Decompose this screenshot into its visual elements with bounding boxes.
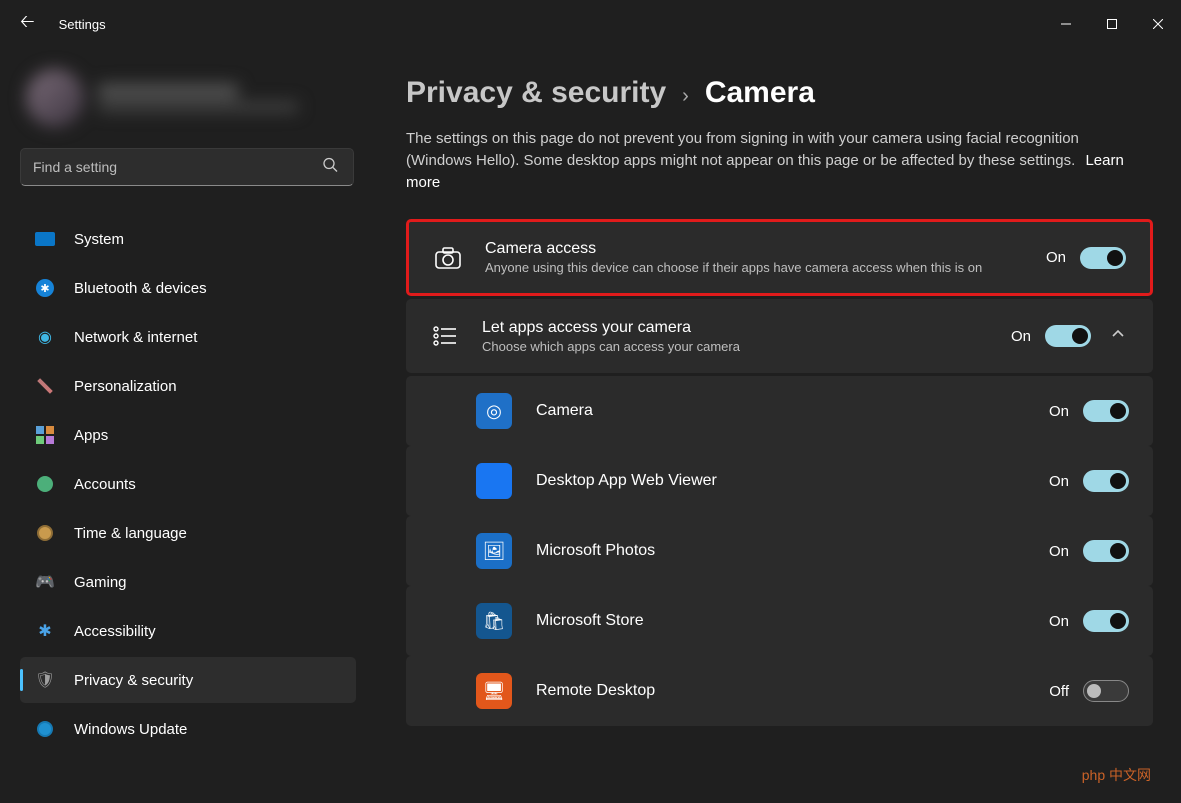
sidebar-item-label: Personalization [74, 378, 177, 395]
page-description: The settings on this page do not prevent… [406, 128, 1146, 193]
app-icon: 🖼 [476, 533, 512, 569]
wifi-icon: ◉ [34, 326, 56, 348]
toggle-state-label: On [1049, 543, 1069, 560]
toggle-state-label: On [1011, 328, 1031, 345]
sidebar-item-windows-update[interactable]: Windows Update [20, 706, 356, 752]
setting-let-apps[interactable]: Let apps access your camera Choose which… [406, 299, 1153, 373]
app-row: ◎ Camera On [406, 376, 1153, 446]
toggle-state-label: On [1049, 403, 1069, 420]
clock-icon [34, 522, 56, 544]
sidebar-item-personalization[interactable]: Personalization [20, 363, 356, 409]
app-toggle[interactable] [1083, 680, 1129, 702]
sidebar-item-label: Privacy & security [74, 672, 193, 689]
gamepad-icon: 🎮 [34, 571, 56, 593]
minimize-button[interactable] [1043, 0, 1089, 48]
camera-access-toggle[interactable] [1080, 247, 1126, 269]
profile-email [98, 102, 298, 112]
sidebar-item-apps[interactable]: Apps [20, 412, 356, 458]
app-row: 🛍 Microsoft Store On [406, 586, 1153, 656]
user-icon [34, 473, 56, 495]
sidebar-item-label: System [74, 231, 124, 248]
monitor-icon [34, 228, 56, 250]
shield-icon: 🛡 [34, 669, 56, 691]
sidebar-item-label: Time & language [74, 525, 187, 542]
chevron-up-icon[interactable] [1111, 327, 1129, 346]
sidebar-item-network-internet[interactable]: ◉ Network & internet [20, 314, 356, 360]
app-icon [476, 463, 512, 499]
app-row: 🖥 Remote Desktop Off [406, 656, 1153, 726]
app-toggle[interactable] [1083, 470, 1129, 492]
camera-icon [433, 247, 463, 269]
sidebar-item-label: Accessibility [74, 623, 156, 640]
app-toggle[interactable] [1083, 400, 1129, 422]
update-icon [34, 718, 56, 740]
list-icon [430, 326, 460, 346]
sidebar-item-label: Gaming [74, 574, 127, 591]
setting-subtitle: Choose which apps can access your camera [482, 339, 989, 354]
back-button[interactable]: 🡠 [20, 9, 35, 39]
apps-grid-icon [34, 424, 56, 446]
toggle-state-label: On [1046, 249, 1066, 266]
search-icon [322, 157, 338, 178]
setting-title: Camera access [485, 240, 1024, 258]
avatar [26, 69, 84, 127]
app-icon: 🛍 [476, 603, 512, 639]
sidebar-item-gaming[interactable]: 🎮 Gaming [20, 559, 356, 605]
sidebar-item-system[interactable]: System [20, 216, 356, 262]
sidebar-item-label: Apps [74, 427, 108, 444]
sidebar-item-label: Bluetooth & devices [74, 280, 207, 297]
toggle-state-label: Off [1049, 683, 1069, 700]
profile-block[interactable] [20, 58, 356, 138]
sidebar-item-time-language[interactable]: Time & language [20, 510, 356, 556]
sidebar-item-label: Network & internet [74, 329, 197, 346]
bluetooth-icon: ✱ [34, 277, 56, 299]
profile-name [98, 84, 238, 98]
breadcrumb: Privacy & security › Camera [406, 76, 1153, 110]
sidebar-item-accounts[interactable]: Accounts [20, 461, 356, 507]
app-label: Microsoft Store [536, 612, 1025, 630]
sidebar-item-label: Windows Update [74, 721, 187, 738]
toggle-state-label: On [1049, 613, 1069, 630]
app-title: Settings [59, 17, 106, 32]
app-label: Microsoft Photos [536, 542, 1025, 560]
app-icon: ◎ [476, 393, 512, 429]
chevron-right-icon: › [682, 85, 689, 108]
app-row: 🖼 Microsoft Photos On [406, 516, 1153, 586]
setting-subtitle: Anyone using this device can choose if t… [485, 260, 1024, 275]
app-label: Desktop App Web Viewer [536, 472, 1025, 490]
setting-camera-access: Camera access Anyone using this device c… [406, 219, 1153, 296]
app-toggle[interactable] [1083, 610, 1129, 632]
let-apps-toggle[interactable] [1045, 325, 1091, 347]
app-label: Camera [536, 402, 1025, 420]
maximize-button[interactable] [1089, 0, 1135, 48]
brush-icon [34, 375, 56, 397]
accessibility-icon: ✱ [34, 620, 56, 642]
toggle-state-label: On [1049, 473, 1069, 490]
window-controls [1043, 0, 1181, 48]
app-label: Remote Desktop [536, 682, 1025, 700]
sidebar-item-privacy-security[interactable]: 🛡 Privacy & security [20, 657, 356, 703]
app-row: Desktop App Web Viewer On [406, 446, 1153, 516]
sidebar-item-label: Accounts [74, 476, 136, 493]
breadcrumb-current: Camera [705, 76, 815, 110]
app-icon: 🖥 [476, 673, 512, 709]
sidebar-item-bluetooth-devices[interactable]: ✱ Bluetooth & devices [20, 265, 356, 311]
sidebar-item-accessibility[interactable]: ✱ Accessibility [20, 608, 356, 654]
breadcrumb-parent[interactable]: Privacy & security [406, 76, 666, 110]
search-input[interactable] [20, 148, 354, 186]
setting-title: Let apps access your camera [482, 319, 989, 337]
app-toggle[interactable] [1083, 540, 1129, 562]
close-button[interactable] [1135, 0, 1181, 48]
